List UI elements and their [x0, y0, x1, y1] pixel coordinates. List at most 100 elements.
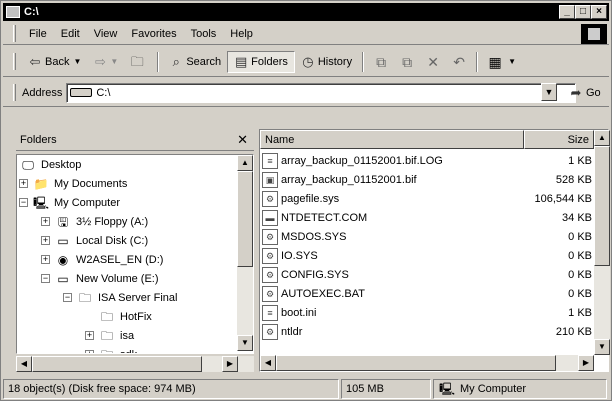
history-button[interactable]: ◷ History: [295, 51, 358, 73]
menu-edit[interactable]: Edit: [54, 28, 87, 40]
expand-icon[interactable]: +: [41, 255, 50, 264]
file-row[interactable]: ⚙ ntldr 210 KB: [262, 322, 596, 341]
file-name: array_backup_01152001.bif.LOG: [281, 154, 443, 167]
scroll-right-icon[interactable]: ▶: [578, 355, 594, 371]
scroll-right-icon[interactable]: ▶: [222, 356, 238, 372]
file-row[interactable]: ⚙ AUTOEXEC.BAT 0 KB: [262, 284, 596, 303]
address-input[interactable]: C:\: [66, 82, 577, 103]
text-file-icon: ≡: [262, 152, 278, 169]
expand-icon[interactable]: +: [85, 331, 94, 340]
menu-file[interactable]: File: [22, 28, 54, 40]
scroll-left-icon[interactable]: ◀: [16, 356, 32, 372]
move-to-icon[interactable]: ⧉: [372, 53, 390, 71]
expand-icon[interactable]: +: [19, 179, 28, 188]
file-size: 528 KB: [555, 173, 592, 186]
scroll-thumb[interactable]: [594, 146, 610, 266]
collapse-icon[interactable]: −: [41, 274, 50, 283]
standard-toolbar: ⇦ Back ▼ ⇨ ▼ 🗀 ⌕ Search ▤ Folders ◷ Hist…: [3, 47, 609, 77]
forward-button[interactable]: ⇨ ▼: [87, 51, 124, 73]
file-row[interactable]: ⚙ pagefile.sys 106,544 KB: [262, 189, 596, 208]
column-header-name[interactable]: Name: [260, 130, 524, 149]
go-button[interactable]: ➦ Go: [569, 83, 601, 103]
close-button[interactable]: ×: [591, 5, 607, 19]
tree-item-sdk[interactable]: + 🗀 sdk: [85, 345, 137, 353]
file-name: pagefile.sys: [281, 192, 340, 205]
scroll-down-icon[interactable]: ▼: [594, 339, 610, 355]
menu-help[interactable]: Help: [223, 28, 260, 40]
search-icon: ⌕: [172, 53, 180, 69]
file-row[interactable]: ▬ NTDETECT.COM 34 KB: [262, 208, 596, 227]
tree-item-local-disk-c[interactable]: + ▭ Local Disk (C:): [41, 231, 148, 250]
search-label: Search: [186, 55, 222, 68]
maximize-button[interactable]: □: [575, 5, 591, 19]
undo-icon[interactable]: ↶: [450, 53, 468, 71]
tree-item-new-volume-e[interactable]: − ▭ New Volume (E:): [41, 269, 159, 288]
copy-to-icon[interactable]: ⧉: [398, 53, 416, 71]
system-file-icon: ⚙: [262, 323, 278, 340]
file-size: 34 KB: [562, 211, 592, 224]
file-row[interactable]: ≡ boot.ini 1 KB: [262, 303, 596, 322]
tree-label: Desktop: [41, 158, 82, 171]
tree-vertical-scrollbar[interactable]: ▲ ▼: [237, 155, 253, 351]
folders-pane: Folders ✕ 🖵 Desktop + 📁 My Documents − 🖳…: [16, 129, 254, 372]
file-row[interactable]: ▣ array_backup_01152001.bif 528 KB: [262, 170, 596, 189]
file-size: 0 KB: [568, 268, 592, 281]
file-row[interactable]: ⚙ MSDOS.SYS 0 KB: [262, 227, 596, 246]
tree-label: 3½ Floppy (A:): [76, 215, 149, 228]
expand-icon[interactable]: +: [85, 350, 94, 353]
tree-item-isa[interactable]: + 🗀 isa: [85, 326, 134, 345]
address-grip[interactable]: [13, 84, 16, 101]
go-label: Go: [586, 87, 601, 99]
system-file-icon: ⚙: [262, 247, 278, 264]
menu-view[interactable]: View: [87, 28, 125, 40]
status-bar: 18 object(s) (Disk free space: 974 MB) 1…: [3, 378, 609, 400]
back-button[interactable]: ⇦ Back ▼: [22, 51, 87, 73]
expand-icon[interactable]: +: [41, 217, 50, 226]
toolbar-grip[interactable]: [13, 53, 16, 70]
scroll-down-icon[interactable]: ▼: [237, 335, 253, 351]
delete-icon[interactable]: ✕: [424, 53, 442, 71]
column-header-size[interactable]: Size: [524, 130, 594, 149]
up-folder-button[interactable]: 🗀: [124, 51, 153, 73]
menu-tools[interactable]: Tools: [184, 28, 224, 40]
h-scroll-thumb[interactable]: [276, 355, 556, 371]
h-scroll-thumb[interactable]: [32, 356, 202, 372]
status-objects-text: 18 object(s) (Disk free space: 974 MB): [8, 383, 196, 395]
file-size: 0 KB: [568, 230, 592, 243]
search-button[interactable]: ⌕ Search: [163, 51, 227, 73]
scroll-up-icon[interactable]: ▲: [594, 130, 610, 146]
folder-window-icon: [6, 6, 20, 18]
scroll-left-icon[interactable]: ◀: [260, 355, 276, 371]
scroll-up-icon[interactable]: ▲: [237, 155, 253, 171]
collapse-icon[interactable]: −: [63, 293, 72, 302]
tree-item-my-documents[interactable]: + 📁 My Documents: [19, 174, 127, 193]
tree-item-hotfix[interactable]: 🗀 HotFix: [98, 307, 152, 326]
tree-item-floppy[interactable]: + 🖫 3½ Floppy (A:): [41, 212, 148, 231]
tree-label: Local Disk (C:): [76, 234, 149, 247]
menu-favorites[interactable]: Favorites: [124, 28, 183, 40]
tree-item-my-computer[interactable]: − 🖳 My Computer: [19, 193, 120, 212]
close-pane-icon[interactable]: ✕: [237, 132, 248, 148]
files-vertical-scrollbar[interactable]: ▲ ▼: [594, 130, 610, 355]
file-row[interactable]: ⚙ IO.SYS 0 KB: [262, 246, 596, 265]
minimize-button[interactable]: _: [559, 5, 575, 19]
files-horizontal-scrollbar[interactable]: ◀ ▶: [260, 355, 594, 371]
expand-icon[interactable]: +: [41, 236, 50, 245]
views-icon[interactable]: ▦: [486, 53, 504, 71]
tree-item-desktop[interactable]: 🖵 Desktop: [19, 155, 81, 174]
address-dropdown-button[interactable]: ▼: [541, 83, 557, 101]
folder-tree: 🖵 Desktop + 📁 My Documents − 🖳 My Comput…: [16, 154, 254, 354]
scroll-thumb[interactable]: [237, 171, 253, 267]
menu-grip[interactable]: [13, 25, 16, 42]
back-arrow-icon: ⇦: [29, 53, 41, 69]
tree-horizontal-scrollbar[interactable]: ◀ ▶: [16, 356, 254, 372]
folders-button[interactable]: ▤ Folders: [227, 50, 295, 73]
title-bar[interactable]: C:\ _ □ ×: [3, 3, 609, 21]
collapse-icon[interactable]: −: [19, 198, 28, 207]
system-file-icon: ⚙: [262, 190, 278, 207]
tree-item-isa-server-final[interactable]: − 🗀 ISA Server Final: [63, 288, 177, 307]
tree-label: My Computer: [54, 196, 121, 209]
file-row[interactable]: ⚙ CONFIG.SYS 0 KB: [262, 265, 596, 284]
tree-item-cd-d[interactable]: + ◉ W2ASEL_EN (D:): [41, 250, 163, 269]
file-row[interactable]: ≡ array_backup_01152001.bif.LOG 1 KB: [262, 151, 596, 170]
